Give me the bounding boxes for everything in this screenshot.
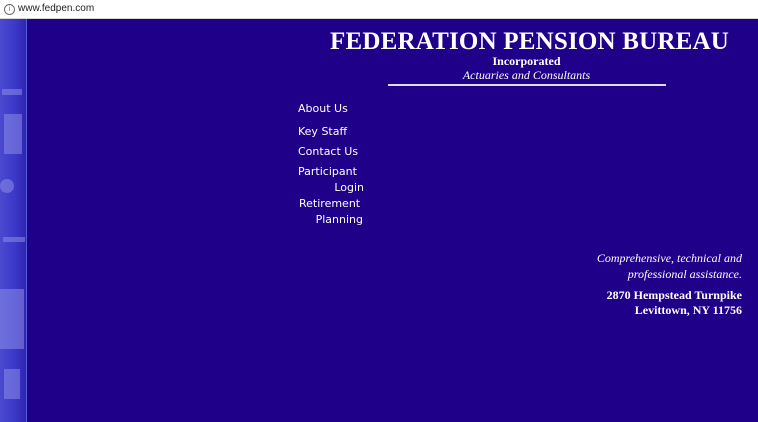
nav-key-staff[interactable]: Key Staff <box>298 124 347 140</box>
company-tagline: Actuaries and Consultants <box>462 68 591 82</box>
page-title: FEDERATION PENSION BUREAU <box>330 28 730 55</box>
decorative-sidebar <box>0 19 27 422</box>
nav-participant-login[interactable]: Participant Login <box>298 164 364 196</box>
mailing-address: 2870 Hempstead Turnpike Levittown, NY 11… <box>540 288 742 318</box>
nav-retirement-planning[interactable]: Retirement Planning <box>299 196 363 228</box>
nav-about-us[interactable]: About Us <box>298 101 348 117</box>
address-line-2: Levittown, NY 11756 <box>634 303 742 317</box>
header-divider <box>388 84 666 86</box>
info-icon[interactable]: i <box>4 4 15 15</box>
nav-contact-us[interactable]: Contact Us <box>298 144 358 160</box>
assistance-line-1: Comprehensive, technical and <box>596 251 742 265</box>
nav-retirement-line1: Retirement <box>299 197 361 210</box>
nav-participant-line2: Login <box>334 181 364 194</box>
assistance-line-2: professional assistance. <box>627 267 742 281</box>
url-text[interactable]: www.fedpen.com <box>18 3 94 15</box>
nav-participant-line1: Participant <box>298 165 357 178</box>
nav-retirement-line2: Planning <box>315 213 363 226</box>
address-line-1: 2870 Hempstead Turnpike <box>606 288 742 302</box>
company-subtitle: Incorporated <box>492 54 561 68</box>
address-bar[interactable]: i www.fedpen.com <box>0 0 758 19</box>
assistance-text: Comprehensive, technical and professiona… <box>540 250 742 282</box>
